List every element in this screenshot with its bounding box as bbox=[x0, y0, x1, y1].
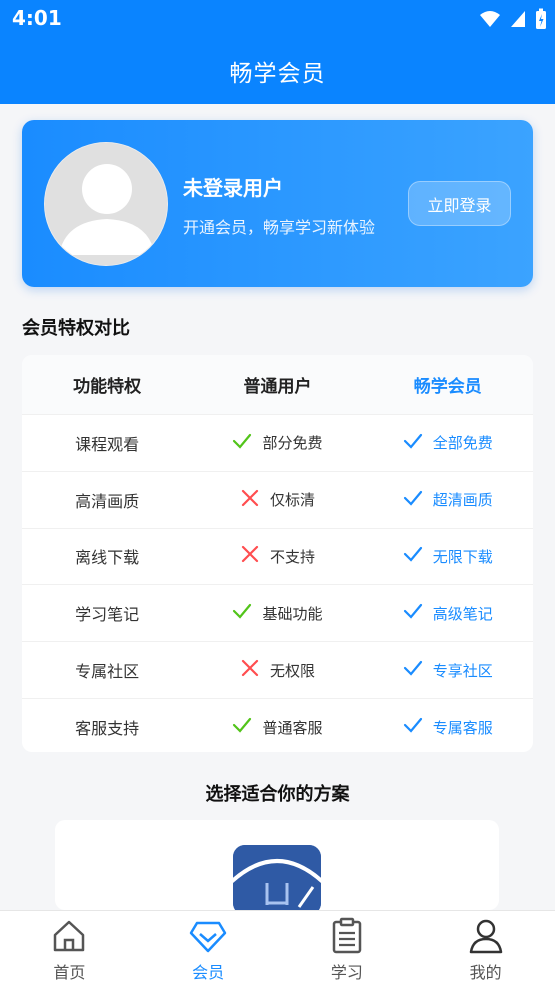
wifi-icon bbox=[480, 11, 500, 27]
vip-value: 专享社区 bbox=[432, 661, 493, 680]
check-icon bbox=[232, 601, 252, 625]
compare-row: 专属社区 无权限 专享社区 bbox=[22, 642, 533, 699]
nav-item-vip[interactable]: 会员 bbox=[139, 911, 278, 988]
normal-user-value: 基础功能 bbox=[262, 604, 323, 623]
nav-item-mine[interactable]: 我的 bbox=[416, 911, 555, 988]
nav-label-mine: 我的 bbox=[469, 963, 502, 982]
vip-cell: 无限下载 bbox=[363, 544, 533, 568]
avatar[interactable] bbox=[44, 142, 168, 266]
vip-cell: 专属客服 bbox=[363, 715, 533, 739]
normal-user-value: 普通客服 bbox=[262, 718, 323, 737]
normal-user-value: 部分免费 bbox=[262, 434, 323, 453]
vip-cell: 专享社区 bbox=[363, 658, 533, 682]
vip-value: 无限下载 bbox=[432, 547, 493, 566]
check-icon bbox=[403, 601, 423, 625]
normal-user-value: 不支持 bbox=[269, 547, 315, 566]
feature-label: 高清画质 bbox=[75, 491, 140, 511]
check-icon bbox=[232, 715, 252, 739]
check-icon bbox=[403, 715, 423, 739]
check-icon bbox=[403, 544, 423, 568]
plan-logo bbox=[233, 845, 321, 910]
compare-header-row: 功能特权 普通用户 畅学会员 bbox=[22, 355, 533, 415]
normal-user-cell: 部分免费 bbox=[192, 431, 362, 455]
diamond-icon bbox=[189, 921, 227, 953]
plan-logo-icon bbox=[233, 845, 321, 910]
compare-row: 客服支持 普通客服 专属客服 bbox=[22, 699, 533, 752]
profile-card: 未登录用户 开通会员，畅享学习新体验 立即登录 bbox=[22, 120, 533, 287]
check-icon bbox=[403, 488, 423, 512]
header-feature: 功能特权 bbox=[73, 377, 142, 397]
normal-user-cell: 基础功能 bbox=[192, 601, 362, 625]
compare-row: 离线下载 不支持 无限下载 bbox=[22, 529, 533, 586]
cross-icon bbox=[240, 488, 260, 512]
check-icon bbox=[232, 431, 252, 455]
signal-icon bbox=[511, 11, 525, 27]
header-vip: 畅学会员 bbox=[413, 377, 482, 397]
default-avatar-icon bbox=[45, 143, 167, 265]
plan-card[interactable] bbox=[55, 820, 499, 910]
normal-user-value: 无权限 bbox=[269, 661, 315, 680]
bottom-nav: 首页 会员 学习 我的 bbox=[0, 910, 555, 988]
login-button[interactable]: 立即登录 bbox=[408, 181, 511, 226]
vip-cell: 超清画质 bbox=[363, 488, 533, 512]
app-header: 畅学会员 bbox=[0, 38, 555, 104]
cross-icon bbox=[240, 544, 260, 568]
battery-icon bbox=[536, 8, 546, 29]
normal-user-cell: 普通客服 bbox=[192, 715, 362, 739]
compare-row: 课程观看 部分免费 全部免费 bbox=[22, 415, 533, 472]
user-name: 未登录用户 bbox=[183, 176, 283, 200]
vip-value: 全部免费 bbox=[432, 434, 493, 453]
vip-cell: 高级笔记 bbox=[363, 601, 533, 625]
check-icon bbox=[403, 658, 423, 682]
normal-user-cell: 仅标清 bbox=[192, 488, 362, 512]
status-icons bbox=[479, 8, 547, 30]
vip-value: 高级笔记 bbox=[432, 604, 493, 623]
nav-item-home[interactable]: 首页 bbox=[0, 911, 139, 988]
feature-label: 专属社区 bbox=[75, 662, 140, 682]
compare-row: 学习笔记 基础功能 高级笔记 bbox=[22, 585, 533, 643]
user-subtitle: 开通会员，畅享学习新体验 bbox=[183, 218, 376, 237]
cross-icon bbox=[240, 658, 260, 682]
nav-label-study: 学习 bbox=[330, 963, 363, 982]
page-title: 畅学会员 bbox=[229, 61, 326, 87]
vip-cell: 全部免费 bbox=[363, 431, 533, 455]
vip-value: 超清画质 bbox=[432, 491, 493, 510]
section-title-compare: 会员特权对比 bbox=[22, 318, 130, 339]
nav-label-vip: 会员 bbox=[192, 963, 225, 982]
nav-label-home: 首页 bbox=[53, 963, 86, 982]
vip-value: 专属客服 bbox=[432, 718, 493, 737]
status-bar: 4:01 bbox=[0, 0, 555, 38]
person-icon bbox=[469, 919, 502, 954]
normal-user-cell: 无权限 bbox=[192, 658, 362, 682]
compare-row: 高清画质 仅标清 超清画质 bbox=[22, 472, 533, 529]
normal-user-value: 仅标清 bbox=[269, 491, 315, 510]
feature-label: 课程观看 bbox=[75, 434, 140, 454]
feature-label: 客服支持 bbox=[75, 719, 140, 739]
header-normal: 普通用户 bbox=[243, 377, 312, 397]
feature-label: 离线下载 bbox=[75, 548, 140, 568]
status-time: 4:01 bbox=[12, 6, 62, 30]
feature-label: 学习笔记 bbox=[75, 605, 140, 625]
clipboard-icon bbox=[332, 917, 362, 954]
nav-item-study[interactable]: 学习 bbox=[278, 911, 417, 988]
compare-table: 功能特权 普通用户 畅学会员 课程观看 部分免费 全部免费高清画质 仅标清 超清画质离线… bbox=[22, 355, 533, 752]
plan-section-title: 选择适合你的方案 bbox=[205, 784, 350, 805]
home-icon bbox=[54, 920, 85, 952]
check-icon bbox=[403, 431, 423, 455]
normal-user-cell: 不支持 bbox=[192, 544, 362, 568]
